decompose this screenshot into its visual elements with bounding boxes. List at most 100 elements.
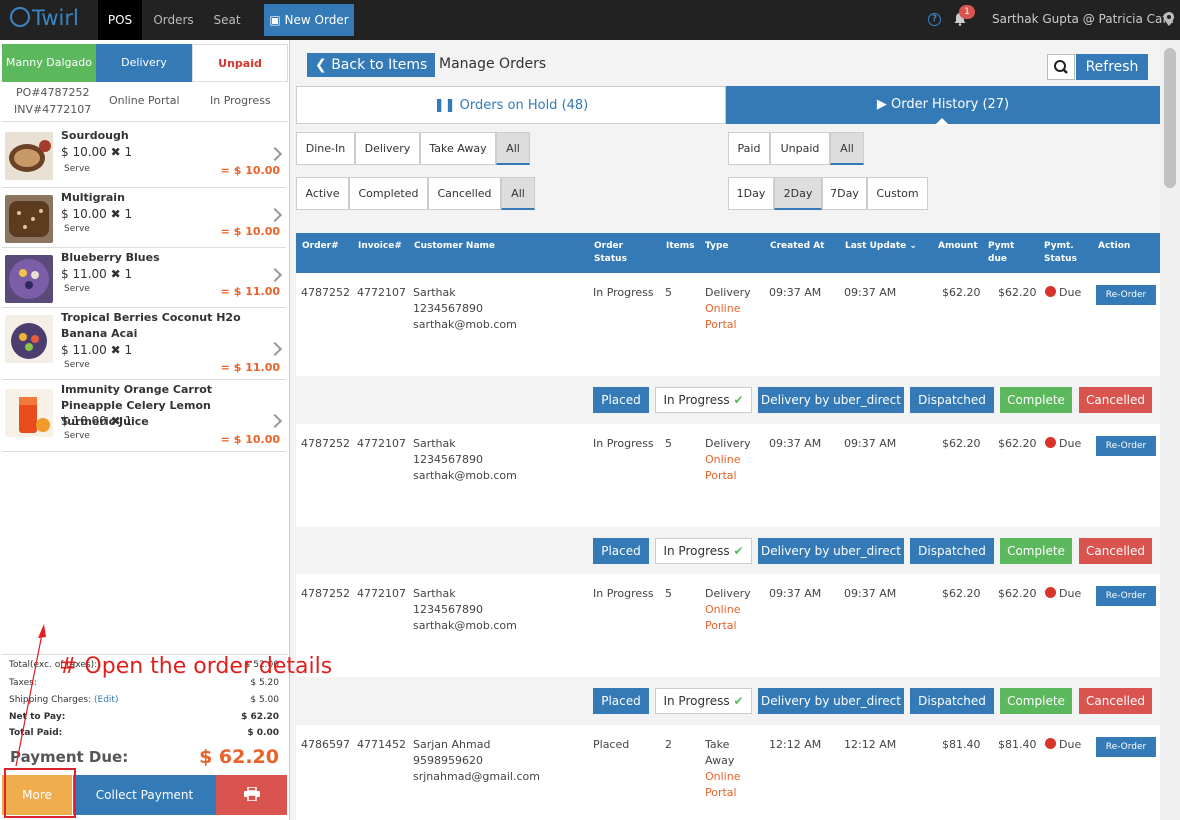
col-pymt-status[interactable]: Pymt. Status <box>1044 240 1080 266</box>
location-pin-icon <box>1164 12 1174 26</box>
chevron-right-icon[interactable] <box>267 146 283 162</box>
due-status-icon <box>1045 437 1056 448</box>
table-row[interactable]: 4786597 4771452 Sarjan Ahmad 9598959620 … <box>296 725 1160 820</box>
page-title: Manage Orders <box>439 56 547 72</box>
re-order-button[interactable]: Re-Order <box>1096 285 1156 305</box>
complete-button[interactable]: Complete <box>1000 538 1072 564</box>
filter-completed[interactable]: Completed <box>349 177 428 210</box>
re-order-button[interactable]: Re-Order <box>1096 586 1156 606</box>
table-row[interactable]: 4787252 4772107 Sarthak 1234567890 sarth… <box>296 424 1160 527</box>
item-name: Sourdough <box>61 129 129 142</box>
status-button-bar: Placed In Progress ✔ Delivery by uber_dire… <box>296 527 1160 575</box>
filter-7day[interactable]: 7Day <box>822 177 867 210</box>
filter-pay-all[interactable]: All <box>830 132 864 165</box>
placed-button[interactable]: Placed <box>593 538 649 564</box>
item-count: 5 <box>665 437 672 450</box>
filter-paid[interactable]: Paid <box>728 132 770 165</box>
dispatched-button[interactable]: Dispatched <box>910 387 994 413</box>
cancelled-button[interactable]: Cancelled <box>1079 387 1152 413</box>
filter-type-all[interactable]: All <box>496 132 530 165</box>
cart-item[interactable]: Multigrain $ 10.00 ✖ 1 Serve = $ 10.00 <box>2 188 286 248</box>
col-type[interactable]: Type <box>705 240 728 253</box>
col-order[interactable]: Order# <box>302 240 339 253</box>
payment-due: $62.20 <box>998 587 1037 600</box>
user-label[interactable]: Sarthak Gupta @ Patricia Cafe <box>992 12 1174 26</box>
search-button[interactable] <box>1047 54 1075 80</box>
filter-take-away[interactable]: Take Away <box>420 132 496 165</box>
placed-button[interactable]: Placed <box>593 387 649 413</box>
cancelled-button[interactable]: Cancelled <box>1079 688 1152 714</box>
delivery-uber-button[interactable]: Delivery by uber_direct <box>758 538 904 564</box>
chevron-right-icon[interactable] <box>267 413 283 429</box>
print-button[interactable] <box>216 775 287 815</box>
col-customer[interactable]: Customer Name <box>414 240 495 253</box>
tab-orders-on-hold[interactable]: ❚❚ Orders on Hold (48) <box>296 86 726 124</box>
scrollbar[interactable] <box>1160 40 1180 820</box>
chevron-right-icon[interactable] <box>267 267 283 283</box>
filter-state-all[interactable]: All <box>501 177 535 210</box>
created-at: 09:37 AM <box>769 286 822 299</box>
chevron-right-icon[interactable] <box>267 207 283 223</box>
shipping-edit-link[interactable]: (Edit) <box>94 695 118 705</box>
due-status-icon <box>1045 587 1056 598</box>
filter-dine-in[interactable]: Dine-In <box>296 132 355 165</box>
cart-item[interactable]: Immunity Orange Carrot Pineapple Celery … <box>2 380 286 452</box>
delivery-uber-button[interactable]: Delivery by uber_direct <box>758 387 904 413</box>
filter-cancelled[interactable]: Cancelled <box>428 177 501 210</box>
in-progress-button[interactable]: In Progress ✔ <box>655 387 752 413</box>
col-items[interactable]: Items <box>666 240 695 253</box>
tropical-berries-image <box>5 315 53 363</box>
order-number: 4787252 <box>301 437 350 450</box>
cart-item[interactable]: Sourdough $ 10.00 ✖ 1 Serve = $ 10.00 <box>2 122 286 188</box>
col-amount[interactable]: Amount <box>938 240 978 253</box>
filter-delivery[interactable]: Delivery <box>355 132 420 165</box>
dispatched-button[interactable]: Dispatched <box>910 688 994 714</box>
filter-custom[interactable]: Custom <box>867 177 928 210</box>
delivery-tab[interactable]: Delivery <box>96 44 192 82</box>
cart-item[interactable]: Blueberry Blues $ 11.00 ✖ 1 Serve = $ 11… <box>2 248 286 308</box>
cancelled-button[interactable]: Cancelled <box>1079 538 1152 564</box>
item-total: = $ 11.00 <box>220 361 280 374</box>
unpaid-tab[interactable]: Unpaid <box>192 44 288 82</box>
notification-badge: 1 <box>959 5 975 19</box>
nav-orders[interactable]: Orders <box>146 0 201 40</box>
created-at: 09:37 AM <box>769 587 822 600</box>
dispatched-button[interactable]: Dispatched <box>910 538 994 564</box>
placed-button[interactable]: Placed <box>593 688 649 714</box>
col-pymt-due[interactable]: Pymt due <box>988 240 1020 266</box>
customer-tab[interactable]: Manny Dalgado <box>2 44 96 82</box>
help-icon[interactable]: ? <box>928 13 941 26</box>
table-row[interactable]: 4787252 4772107 Sarthak 1234567890 sarth… <box>296 574 1160 677</box>
col-invoice[interactable]: Invoice# <box>358 240 402 253</box>
nav-pos[interactable]: POS <box>98 0 142 40</box>
filter-1day[interactable]: 1Day <box>728 177 774 210</box>
cart-item[interactable]: Tropical Berries Coconut H2o Banana Acai… <box>2 308 286 380</box>
complete-button[interactable]: Complete <box>1000 688 1072 714</box>
filter-2day[interactable]: 2Day <box>774 177 822 210</box>
nav-seat[interactable]: Seat <box>204 0 250 40</box>
re-order-button[interactable]: Re-Order <box>1096 436 1156 456</box>
col-last-update[interactable]: Last Update ⌄ <box>845 240 917 253</box>
complete-button[interactable]: Complete <box>1000 387 1072 413</box>
chevron-right-icon[interactable] <box>267 341 283 357</box>
back-to-items-button[interactable]: ❮ Back to Items <box>307 53 435 77</box>
chevron-left-icon: ❮ <box>315 57 327 73</box>
re-order-button[interactable]: Re-Order <box>1096 737 1156 757</box>
twirl-logo[interactable]: Twirl <box>10 6 79 30</box>
col-action[interactable]: Action <box>1098 240 1130 253</box>
filter-unpaid[interactable]: Unpaid <box>770 132 830 165</box>
delivery-uber-button[interactable]: Delivery by uber_direct <box>758 688 904 714</box>
filter-active[interactable]: Active <box>296 177 349 210</box>
col-order-status[interactable]: Order Status <box>594 240 634 266</box>
order-type: Delivery Online Portal <box>705 286 751 331</box>
in-progress-button[interactable]: In Progress ✔ <box>655 538 752 564</box>
table-row[interactable]: 4787252 4772107 Sarthak 1234567890 sarth… <box>296 273 1160 376</box>
refresh-button[interactable]: Refresh <box>1076 54 1148 80</box>
col-created[interactable]: Created At <box>770 240 824 253</box>
created-at: 12:12 AM <box>769 738 822 751</box>
in-progress-button[interactable]: In Progress ✔ <box>655 688 752 714</box>
collect-payment-button[interactable]: Collect Payment <box>73 775 216 815</box>
new-order-button[interactable]: ▣ New Order <box>264 4 354 36</box>
scrollbar-thumb[interactable] <box>1164 48 1176 188</box>
item-price: $ 10.00 ✖ 1 <box>61 414 133 428</box>
